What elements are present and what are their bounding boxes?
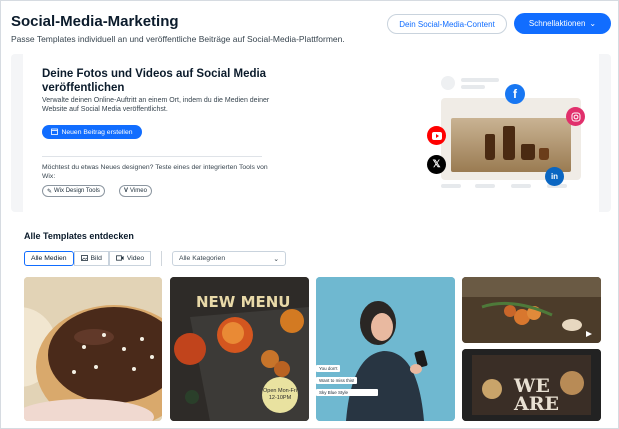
jar-image <box>521 144 535 160</box>
bottle-image <box>503 126 515 160</box>
wix-design-tools-chip[interactable]: ✎ Wix Design Tools <box>42 185 105 197</box>
calendar-icon <box>51 128 59 137</box>
your-social-content-button[interactable]: Dein Social-Media-Content <box>387 14 507 34</box>
we-are-heading: WE ARE <box>514 375 560 415</box>
hero-description: Verwalte deinen Online-Auftritt an einem… <box>42 97 270 113</box>
hero-card: Deine Fotos und Videos auf Social Media … <box>23 54 599 212</box>
placeholder-line <box>511 184 531 188</box>
tomatoes-image <box>462 277 601 343</box>
filter-image-label: Bild <box>90 255 102 262</box>
templates-heading: Alle Templates entdecken <box>24 231 134 241</box>
new-menu-heading: NEW MENU <box>196 293 291 311</box>
page-subtitle: Passe Templates individuell an und veröf… <box>11 34 345 44</box>
avatar-placeholder <box>441 76 455 90</box>
x-icon: 𝕏 <box>427 155 446 174</box>
hero-banner: Deine Fotos und Videos auf Social Media … <box>11 54 611 212</box>
bottle-image <box>485 134 495 160</box>
filter-video[interactable]: Video <box>108 251 152 266</box>
magic-wand-icon: ✎ <box>47 188 53 195</box>
filter-all-media[interactable]: Alle Medien <box>24 251 74 266</box>
page-title: Social-Media-Marketing <box>11 13 179 30</box>
filter-image[interactable]: Bild <box>73 251 109 266</box>
placeholder-line <box>461 85 485 89</box>
placeholder-line <box>461 78 499 82</box>
vimeo-chip[interactable]: V Vimeo <box>119 185 152 197</box>
placeholder-line <box>441 184 461 188</box>
linkedin-icon: in <box>545 167 564 186</box>
wix-design-tools-label: Wix Design Tools <box>54 188 100 194</box>
chat-bubble: Want to miss this! <box>316 377 358 384</box>
quick-actions-button[interactable]: Schnellaktionen ⌄ <box>514 13 611 34</box>
woman-with-phone-image <box>316 277 455 421</box>
donut-image <box>24 277 162 421</box>
image-icon <box>80 254 88 263</box>
filter-video-label: Video <box>126 255 145 262</box>
template-tile-phone-woman[interactable]: You don't Want to miss this! Sky Blue St… <box>316 277 455 421</box>
post-preview-photo <box>451 118 571 172</box>
category-select-value: Alle Kategorien <box>179 255 226 262</box>
chat-bubble: Sky Blue Style <box>316 389 378 396</box>
opening-hours-badge: Open Mon-Fri 12-10PM <box>262 377 298 413</box>
hero-title: Deine Fotos und Videos auf Social Media … <box>42 68 267 94</box>
category-select[interactable]: Alle Kategorien ⌄ <box>172 251 286 266</box>
youtube-icon <box>427 126 446 145</box>
template-tile-tomatoes[interactable] <box>462 277 601 343</box>
vimeo-icon: V <box>124 188 129 194</box>
placeholder-line <box>475 184 495 188</box>
create-post-button[interactable]: Neuen Beitrag erstellen <box>42 125 142 139</box>
facebook-icon: f <box>505 84 525 104</box>
vimeo-label: Vimeo <box>130 188 147 194</box>
tools-question: Möchtest du etwas Neues designen? Teste … <box>42 164 268 180</box>
template-tile-donut[interactable] <box>24 277 162 421</box>
social-illustration: f 𝕏 in <box>423 72 593 200</box>
divider <box>161 251 162 266</box>
divider <box>42 156 262 157</box>
video-icon <box>115 254 124 263</box>
jar-image <box>539 148 549 160</box>
chevron-down-icon: ⌄ <box>273 255 279 263</box>
instagram-icon <box>566 107 585 126</box>
chevron-down-icon: ⌄ <box>589 19 597 28</box>
create-post-label: Neuen Beitrag erstellen <box>61 128 133 136</box>
chat-bubble: You don't <box>316 365 341 372</box>
quick-actions-label: Schnellaktionen <box>528 19 586 28</box>
template-tile-new-menu[interactable]: NEW MENU Open Mon-Fri 12-10PM <box>170 277 309 421</box>
filter-all-media-label: Alle Medien <box>31 255 67 262</box>
media-filter: Alle Medien Bild Video <box>24 251 152 266</box>
page-header: Social-Media-Marketing Passe Templates i… <box>11 9 611 47</box>
template-tile-we-are[interactable]: WE ARE <box>462 349 601 421</box>
app-frame: Social-Media-Marketing Passe Templates i… <box>0 0 619 429</box>
